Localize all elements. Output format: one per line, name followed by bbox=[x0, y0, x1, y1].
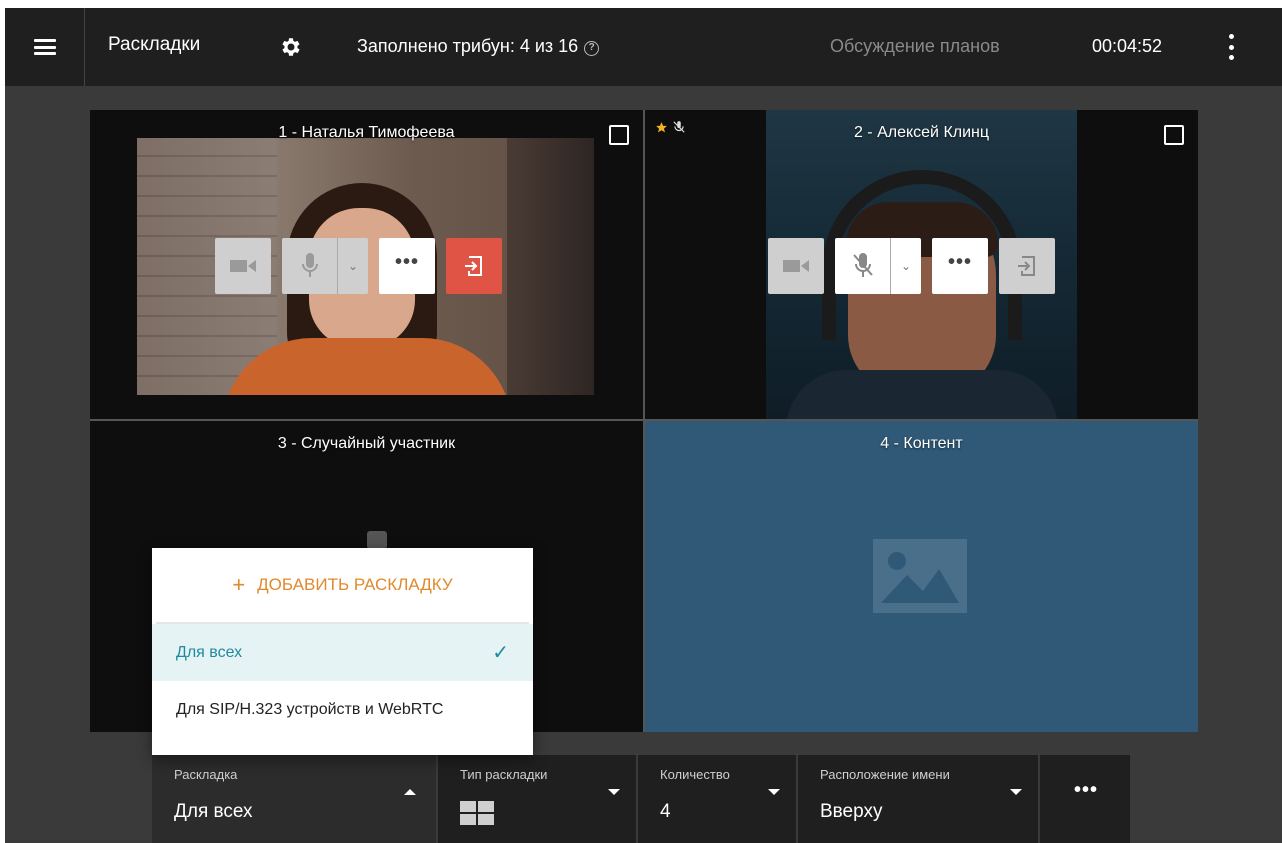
camera-button[interactable] bbox=[215, 238, 271, 294]
remove-from-layout-button[interactable] bbox=[999, 238, 1055, 294]
exit-icon bbox=[1018, 256, 1035, 276]
microphone-muted-icon bbox=[673, 121, 685, 133]
gear-icon[interactable] bbox=[279, 35, 303, 59]
remove-from-layout-button[interactable] bbox=[446, 238, 502, 294]
app-window: Раскладки Заполнено трибун: 4 из 16? Обс… bbox=[5, 8, 1282, 843]
more-horizontal-icon: ••• bbox=[947, 251, 972, 273]
microphone-icon bbox=[301, 253, 318, 277]
tile-select-checkbox[interactable] bbox=[1164, 125, 1184, 145]
add-layout-label: ДОБАВИТЬ РАСКЛАДКУ bbox=[257, 575, 453, 594]
microphone-button[interactable]: ⌄ bbox=[835, 238, 921, 294]
camera-button[interactable] bbox=[768, 238, 824, 294]
more-button[interactable]: ••• bbox=[379, 238, 435, 294]
participant-badges bbox=[655, 120, 686, 134]
layout-select[interactable]: Раскладка Для всех bbox=[152, 755, 436, 843]
plus-icon: + bbox=[232, 572, 246, 597]
help-icon[interactable]: ? bbox=[584, 41, 600, 56]
layout-dropdown-menu: + ДОБАВИТЬ РАСКЛАДКУ Для всех ✓ Для SIP/… bbox=[152, 548, 533, 755]
chevron-down-icon[interactable]: ⌄ bbox=[338, 238, 368, 294]
count-value: 4 bbox=[660, 801, 671, 822]
tile-name: 4 - Контент bbox=[880, 435, 963, 452]
more-horizontal-icon: ••• bbox=[1074, 779, 1099, 801]
dropdown-item-label: Для всех bbox=[176, 643, 243, 661]
camera-icon bbox=[230, 260, 256, 272]
layout-settings-bar: Раскладка Для всех Тип раскладки Количес… bbox=[152, 755, 1132, 843]
add-layout-button[interactable]: + ДОБАВИТЬ РАСКЛАДКУ bbox=[156, 548, 529, 624]
layout-type-label: Тип раскладки bbox=[460, 767, 548, 782]
conference-timer: 00:04:52 bbox=[1092, 36, 1163, 56]
tile-select-checkbox[interactable] bbox=[609, 125, 629, 145]
dropdown-item-for-all[interactable]: Для всех ✓ bbox=[152, 624, 533, 681]
name-position-label: Расположение имени bbox=[820, 767, 950, 782]
page-title: Раскладки bbox=[108, 34, 201, 55]
dropdown-item-label: Для SIP/H.323 устройств и WebRTC bbox=[176, 700, 444, 718]
tile-2[interactable]: 2 - Алексей Клинц ⌄ ••• bbox=[645, 110, 1198, 419]
camera-icon bbox=[783, 260, 809, 272]
layout-type-select[interactable]: Тип раскладки bbox=[438, 755, 636, 843]
tribunes-status: Заполнено трибун: 4 из 16? bbox=[357, 36, 600, 57]
grid-layout-icon bbox=[460, 801, 494, 825]
arrow-down-icon bbox=[1010, 789, 1022, 795]
arrow-down-icon bbox=[768, 789, 780, 795]
tile-1[interactable]: 1 - Наталья Тимофеева ⌄ ••• bbox=[90, 110, 643, 419]
more-vertical-icon[interactable] bbox=[1221, 34, 1241, 60]
tile-name: 2 - Алексей Клинц bbox=[853, 124, 990, 141]
check-icon: ✓ bbox=[492, 642, 509, 664]
exit-icon bbox=[465, 256, 482, 276]
menu-button[interactable] bbox=[5, 8, 85, 86]
count-label: Количество bbox=[660, 767, 730, 782]
dropdown-item-sip-webrtc[interactable]: Для SIP/H.323 устройств и WebRTC bbox=[152, 681, 533, 738]
chevron-down-icon[interactable]: ⌄ bbox=[891, 238, 921, 294]
arrow-up-icon bbox=[404, 789, 416, 795]
top-bar: Раскладки Заполнено трибун: 4 из 16? Обс… bbox=[5, 8, 1282, 86]
microphone-muted-icon bbox=[852, 253, 873, 277]
image-placeholder-icon bbox=[873, 539, 967, 613]
more-button[interactable]: ••• bbox=[932, 238, 988, 294]
participant-controls: ⌄ ••• bbox=[768, 238, 1055, 294]
name-position-select[interactable]: Расположение имени Вверху bbox=[798, 755, 1038, 843]
arrow-down-icon bbox=[608, 789, 620, 795]
tile-4[interactable]: 4 - Контент bbox=[645, 421, 1198, 732]
tile-name: 1 - Наталья Тимофеева bbox=[278, 124, 455, 141]
star-icon bbox=[656, 121, 667, 132]
layout-select-label: Раскладка bbox=[174, 767, 238, 782]
participant-controls: ⌄ ••• bbox=[215, 238, 502, 294]
hamburger-icon bbox=[33, 39, 56, 55]
more-settings-button[interactable]: ••• bbox=[1040, 755, 1130, 843]
tile-name: 3 - Случайный участник bbox=[277, 435, 456, 452]
name-position-value: Вверху bbox=[820, 801, 883, 822]
random-participant-icon bbox=[367, 531, 387, 549]
microphone-button[interactable]: ⌄ bbox=[282, 238, 368, 294]
more-horizontal-icon: ••• bbox=[394, 251, 419, 273]
conference-name: Обсуждение планов bbox=[830, 36, 1000, 56]
count-select[interactable]: Количество 4 bbox=[638, 755, 796, 843]
layout-select-value: Для всех bbox=[174, 801, 253, 822]
tribunes-status-text: Заполнено трибун: 4 из 16 bbox=[357, 36, 579, 56]
